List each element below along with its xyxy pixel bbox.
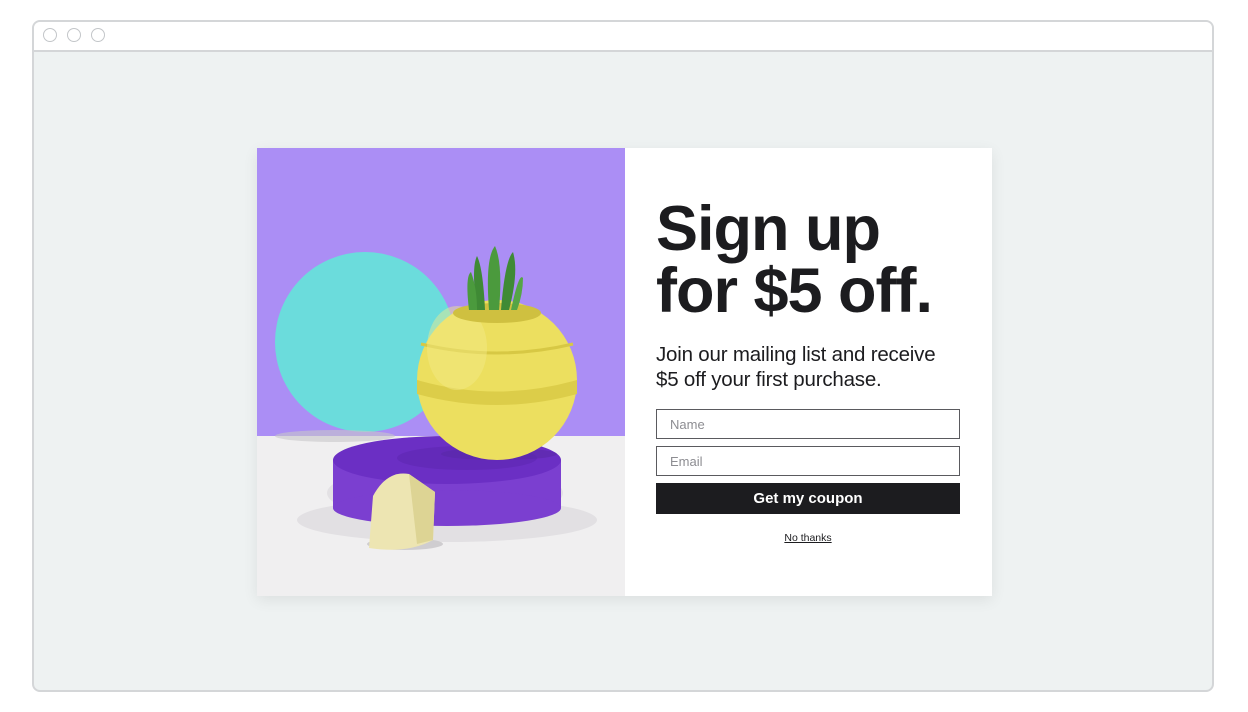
browser-window: Sign up for $5 off. Join our mailing lis… bbox=[32, 20, 1214, 692]
browser-titlebar bbox=[34, 22, 1212, 52]
no-thanks-link[interactable]: No thanks bbox=[656, 532, 960, 544]
popup-headline: Sign up for $5 off. bbox=[656, 194, 976, 326]
headline-line-1: Sign up bbox=[656, 194, 881, 264]
window-minimize-dot[interactable] bbox=[67, 28, 81, 42]
product-illustration bbox=[257, 148, 625, 596]
name-input[interactable] bbox=[656, 409, 960, 439]
window-maximize-dot[interactable] bbox=[91, 28, 105, 42]
window-close-dot[interactable] bbox=[43, 28, 57, 42]
headline-line-2: for $5 off. bbox=[656, 256, 933, 326]
popup-subheading: Join our mailing list and receive $5 off… bbox=[656, 343, 936, 391]
signup-form: Sign up for $5 off. Join our mailing lis… bbox=[656, 148, 960, 596]
get-coupon-button[interactable]: Get my coupon bbox=[656, 483, 960, 514]
signup-popup: Sign up for $5 off. Join our mailing lis… bbox=[257, 148, 992, 596]
email-input[interactable] bbox=[656, 446, 960, 476]
